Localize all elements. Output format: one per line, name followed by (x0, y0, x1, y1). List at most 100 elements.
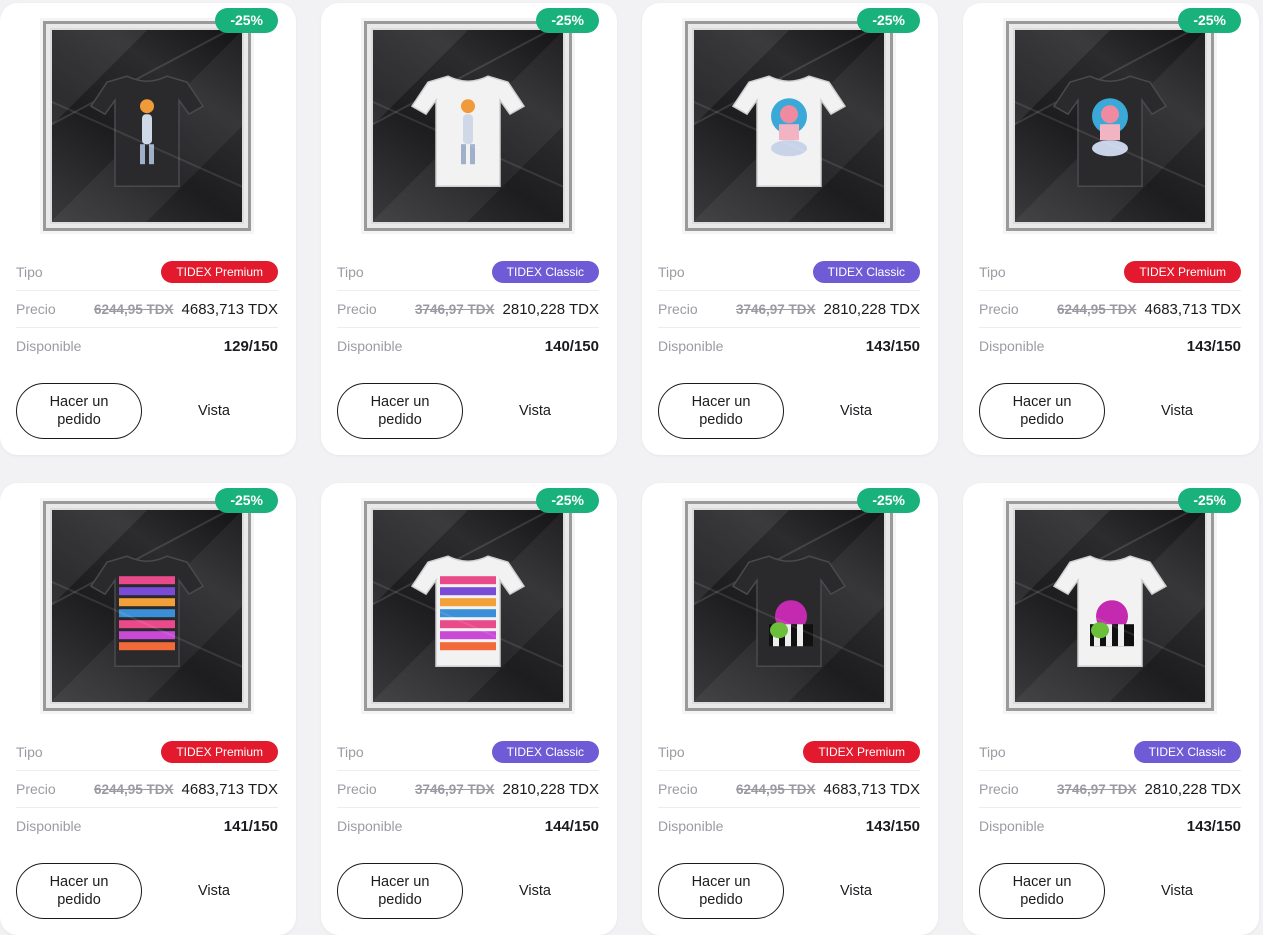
tshirt-icon (1050, 546, 1170, 676)
view-button[interactable]: Vista (1113, 383, 1241, 439)
product-image[interactable] (361, 18, 575, 234)
current-price: 4683,713 TDX (181, 780, 278, 798)
discount-badge: -25% (857, 8, 920, 33)
type-label: Tipo (979, 744, 1006, 760)
view-button[interactable]: Vista (1113, 863, 1241, 919)
type-label: Tipo (16, 264, 43, 280)
order-button[interactable]: Hacer un pedido (979, 863, 1105, 919)
price-values: 6244,95 TDX 4683,713 TDX (736, 781, 920, 798)
price-values: 6244,95 TDX 4683,713 TDX (94, 301, 278, 318)
availability-label: Disponible (337, 818, 403, 834)
old-price: 6244,95 TDX (1056, 301, 1137, 317)
view-button[interactable]: Vista (471, 383, 599, 439)
price-values: 3746,97 TDX 2810,228 TDX (415, 301, 599, 318)
type-badge: TIDEX Classic (1133, 741, 1241, 763)
tshirt-icon (729, 546, 849, 676)
product-image-backdrop (52, 30, 242, 222)
type-row: Tipo TIDEX Premium (979, 254, 1241, 291)
tshirt-icon (87, 66, 207, 196)
order-button[interactable]: Hacer un pedido (337, 383, 463, 439)
current-price: 2810,228 TDX (823, 300, 920, 318)
product-grid: -25% Tipo TIDEX Premium Precio 6244,95 TDX 46… (0, 0, 1263, 935)
product-image[interactable] (682, 18, 896, 234)
product-card: -25% Tipo TIDEX Classic Precio 3746,97 TDX 28… (642, 3, 938, 455)
old-price: 3746,97 TDX (1056, 781, 1137, 797)
price-label: Precio (658, 301, 698, 317)
price-label: Precio (979, 781, 1019, 797)
view-button[interactable]: Vista (792, 863, 920, 919)
type-row: Tipo TIDEX Classic (979, 734, 1241, 771)
type-badge: TIDEX Premium (803, 741, 920, 763)
availability-row: Disponible 143/150 (979, 328, 1241, 364)
type-badge: TIDEX Classic (812, 261, 920, 283)
availability-label: Disponible (658, 818, 724, 834)
old-price: 6244,95 TDX (93, 781, 174, 797)
price-row: Precio 6244,95 TDX 4683,713 TDX (658, 771, 920, 808)
tshirt-icon (87, 546, 207, 676)
product-card: -25% Tipo TIDEX Premium Precio 6244,95 TDX 46… (0, 483, 296, 935)
availability-row: Disponible 140/150 (337, 328, 599, 364)
price-row: Precio 3746,97 TDX 2810,228 TDX (979, 771, 1241, 808)
discount-badge: -25% (1178, 8, 1241, 33)
product-image[interactable] (40, 18, 254, 234)
product-image-backdrop (373, 30, 563, 222)
price-row: Precio 6244,95 TDX 4683,713 TDX (16, 291, 278, 328)
order-button[interactable]: Hacer un pedido (16, 863, 142, 919)
type-label: Tipo (658, 264, 685, 280)
type-badge: TIDEX Classic (491, 741, 599, 763)
price-values: 6244,95 TDX 4683,713 TDX (94, 781, 278, 798)
availability-value: 143/150 (1186, 337, 1241, 355)
discount-badge: -25% (215, 8, 278, 33)
current-price: 2810,228 TDX (502, 780, 599, 798)
view-button[interactable]: Vista (792, 383, 920, 439)
price-values: 3746,97 TDX 2810,228 TDX (415, 781, 599, 798)
discount-badge: -25% (536, 8, 599, 33)
order-button[interactable]: Hacer un pedido (658, 863, 784, 919)
product-card: -25% Tipo TIDEX Classic Precio 3746,97 TDX 28… (321, 483, 617, 935)
tshirt-icon (408, 66, 528, 196)
availability-value: 144/150 (544, 817, 599, 835)
current-price: 2810,228 TDX (1144, 780, 1241, 798)
old-price: 6244,95 TDX (735, 781, 816, 797)
product-image-backdrop (1015, 510, 1205, 702)
type-row: Tipo TIDEX Premium (658, 734, 920, 771)
order-button[interactable]: Hacer un pedido (658, 383, 784, 439)
type-row: Tipo TIDEX Classic (337, 254, 599, 291)
old-price: 3746,97 TDX (414, 301, 495, 317)
current-price: 2810,228 TDX (502, 300, 599, 318)
product-image[interactable] (682, 498, 896, 714)
product-image-backdrop (373, 510, 563, 702)
price-row: Precio 6244,95 TDX 4683,713 TDX (16, 771, 278, 808)
order-button[interactable]: Hacer un pedido (16, 383, 142, 439)
price-values: 6244,95 TDX 4683,713 TDX (1057, 301, 1241, 318)
product-image[interactable] (1003, 18, 1217, 234)
tshirt-icon (1050, 66, 1170, 196)
old-price: 6244,95 TDX (93, 301, 174, 317)
order-button[interactable]: Hacer un pedido (337, 863, 463, 919)
product-image[interactable] (1003, 498, 1217, 714)
availability-row: Disponible 141/150 (16, 808, 278, 844)
order-button[interactable]: Hacer un pedido (979, 383, 1105, 439)
product-image[interactable] (361, 498, 575, 714)
price-label: Precio (16, 781, 56, 797)
type-badge: TIDEX Premium (1124, 261, 1241, 283)
availability-row: Disponible 143/150 (658, 808, 920, 844)
type-row: Tipo TIDEX Premium (16, 734, 278, 771)
availability-label: Disponible (16, 338, 82, 354)
discount-badge: -25% (215, 488, 278, 513)
view-button[interactable]: Vista (150, 863, 278, 919)
type-row: Tipo TIDEX Premium (16, 254, 278, 291)
price-values: 3746,97 TDX 2810,228 TDX (1057, 781, 1241, 798)
availability-label: Disponible (979, 338, 1045, 354)
type-badge: TIDEX Premium (161, 741, 278, 763)
old-price: 3746,97 TDX (735, 301, 816, 317)
type-badge: TIDEX Classic (491, 261, 599, 283)
tshirt-icon (729, 66, 849, 196)
price-label: Precio (337, 301, 377, 317)
discount-badge: -25% (857, 488, 920, 513)
product-card: -25% Tipo TIDEX Premium Precio 6244,95 TDX 46… (963, 3, 1259, 455)
view-button[interactable]: Vista (150, 383, 278, 439)
view-button[interactable]: Vista (471, 863, 599, 919)
price-values: 3746,97 TDX 2810,228 TDX (736, 301, 920, 318)
product-image[interactable] (40, 498, 254, 714)
